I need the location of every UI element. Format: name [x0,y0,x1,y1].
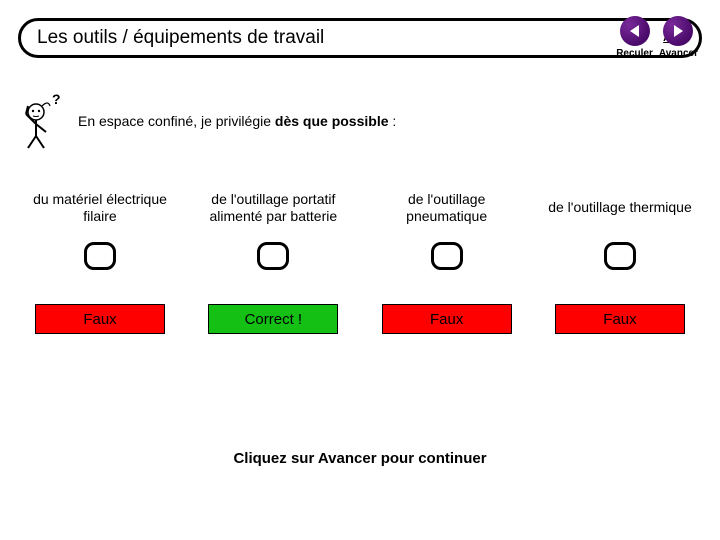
option-feedback: Faux [35,304,165,334]
prompt-row: ? En espace confiné, je privilégie dès q… [14,92,700,150]
option-2: de l'outillage portatif alimenté par bat… [193,180,353,334]
prompt-prefix: En espace confiné, je privilégie [78,113,275,129]
nav-buttons: Reculer Avancer [616,16,698,59]
option-label: du matériel électrique filaire [20,180,180,236]
nav-back-group: Reculer [616,16,653,59]
option-checkbox[interactable] [84,242,116,270]
triangle-right-icon [671,24,685,38]
option-checkbox[interactable] [431,242,463,270]
option-feedback: Faux [382,304,512,334]
back-button[interactable] [620,16,650,46]
prompt-suffix: : [389,113,397,129]
option-checkbox[interactable] [604,242,636,270]
question-text: En espace confiné, je privilégie dès que… [78,113,396,129]
svg-text:?: ? [52,92,61,107]
option-checkbox[interactable] [257,242,289,270]
back-label: Reculer [616,48,653,59]
triangle-left-icon [628,24,642,38]
forward-button[interactable] [663,16,693,46]
prompt-bold: dès que possible [275,113,389,129]
option-feedback: Correct ! [208,304,338,334]
option-1: du matériel électrique filaire Faux [20,180,180,334]
option-label: de l'outillage thermique [548,180,692,236]
option-label: de l'outillage portatif alimenté par bat… [193,180,353,236]
option-4: de l'outillage thermique Faux [540,180,700,334]
option-3: de l'outillage pneumatique Faux [367,180,527,334]
continue-instruction: Cliquez sur Avancer pour continuer [0,450,720,467]
option-feedback: Faux [555,304,685,334]
option-label: de l'outillage pneumatique [367,180,527,236]
header-bar: Les outils / équipements de travail Aide [18,18,702,58]
thinking-person-icon: ? [14,92,68,150]
nav-forward-group: Avancer [659,16,698,59]
forward-label: Avancer [659,48,698,59]
page-title: Les outils / équipements de travail [37,27,324,49]
options-row: du matériel électrique filaire Faux de l… [20,180,700,334]
